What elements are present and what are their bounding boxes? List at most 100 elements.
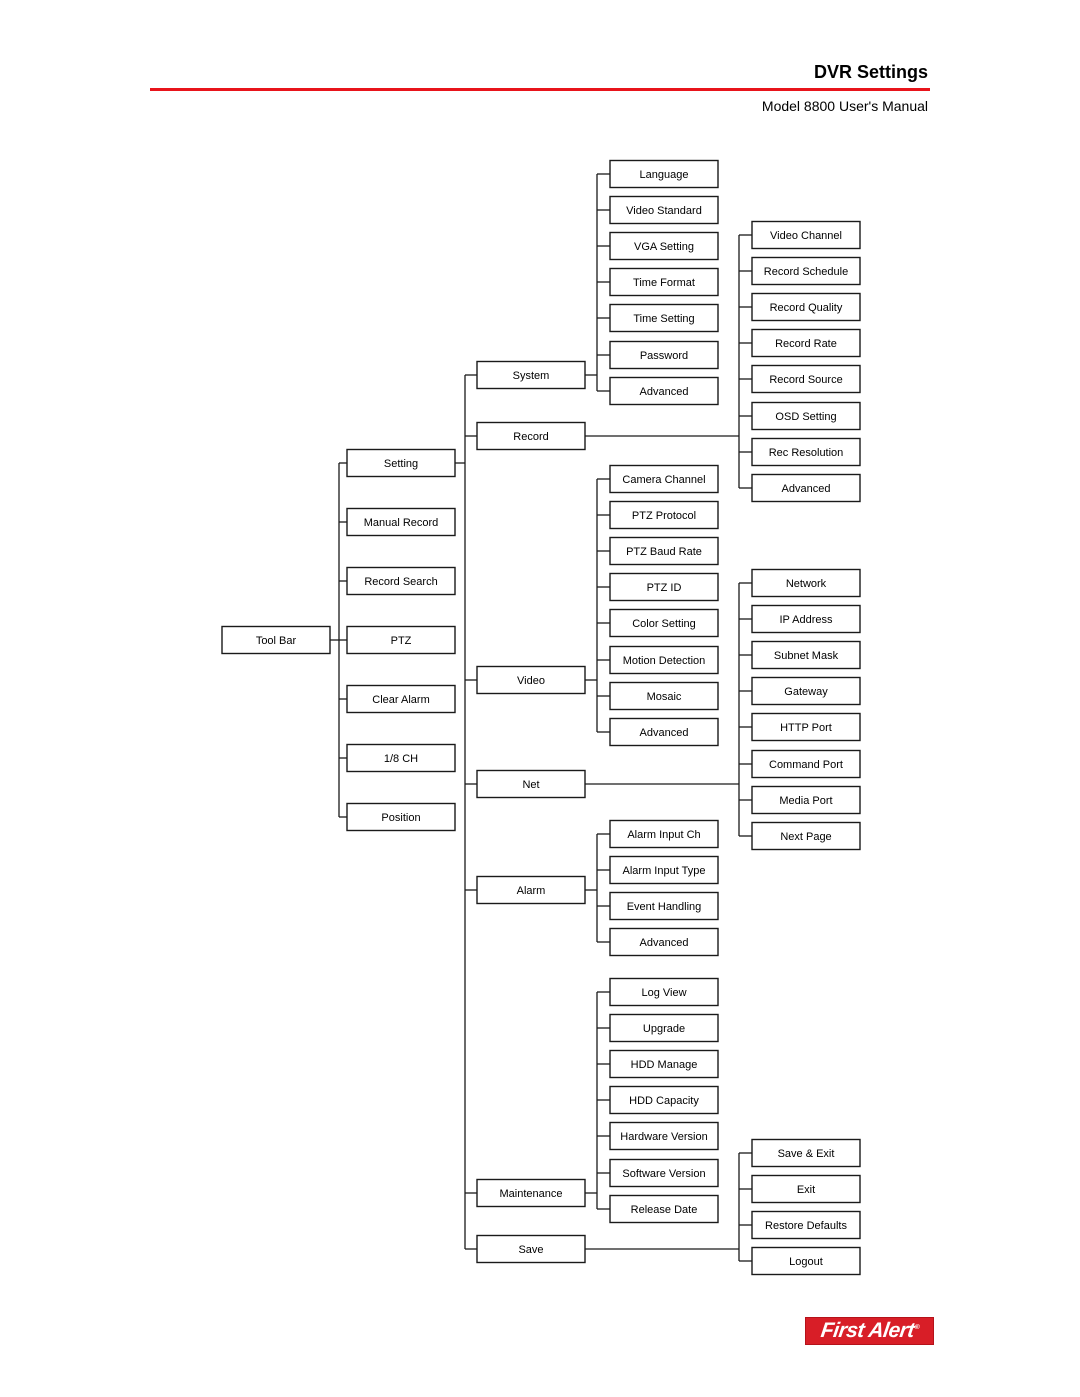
node-label: Event Handling (627, 901, 702, 913)
menu-node-save-and-exit: Save & Exit (751, 1138, 861, 1168)
menu-node-alarm-input-ch: Alarm Input Ch (609, 819, 719, 849)
menu-node-next-page: Next Page (751, 821, 861, 851)
menu-node-hardware-version: Hardware Version (609, 1121, 719, 1151)
node-label: Language (640, 169, 689, 181)
node-label: Media Port (779, 795, 832, 807)
node-label: Setting (384, 458, 418, 470)
menu-node-logout: Logout (751, 1246, 861, 1276)
node-label: Password (640, 350, 688, 362)
node-label: Record Search (364, 576, 437, 588)
menu-node-ip-address: IP Address (751, 604, 861, 634)
node-label: PTZ Baud Rate (626, 546, 702, 558)
menu-node-release-date: Release Date (609, 1194, 719, 1224)
menu-node-vga-setting: VGA Setting (609, 231, 719, 261)
menu-node-tool-bar: Tool Bar (221, 625, 331, 655)
node-label: Manual Record (364, 517, 439, 529)
node-label: Upgrade (643, 1023, 685, 1035)
node-label: Advanced (782, 483, 831, 495)
node-label: Save (518, 1244, 543, 1256)
menu-node-video-channel: Video Channel (751, 220, 861, 250)
node-label: HTTP Port (780, 722, 832, 734)
menu-node-clear-alarm: Clear Alarm (346, 684, 456, 714)
logo-text: First Alert® (819, 1319, 920, 1343)
node-label: Maintenance (500, 1188, 563, 1200)
node-label: Record Rate (775, 338, 837, 350)
node-label: Advanced (640, 727, 689, 739)
menu-node-event-handling: Event Handling (609, 891, 719, 921)
node-label: Time Format (633, 277, 695, 289)
node-label: Record Quality (770, 302, 843, 314)
node-label: Clear Alarm (372, 694, 429, 706)
node-label: PTZ ID (647, 582, 682, 594)
node-label: VGA Setting (634, 241, 694, 253)
menu-node-time-setting: Time Setting (609, 303, 719, 333)
node-label: Mosaic (647, 691, 682, 703)
menu-node-save: Save (476, 1234, 586, 1264)
menu-node-language: Language (609, 159, 719, 189)
node-label: 1/8 CH (384, 753, 418, 765)
menu-node-maintenance: Maintenance (476, 1178, 586, 1208)
logo-wordmark: First Alert (819, 1319, 916, 1342)
node-label: Log View (641, 987, 686, 999)
menu-node-alarm-input-type: Alarm Input Type (609, 855, 719, 885)
menu-node-camera-channel: Camera Channel (609, 464, 719, 494)
menu-node-ptz-id: PTZ ID (609, 572, 719, 602)
node-label: Exit (797, 1184, 815, 1196)
menu-node-gateway: Gateway (751, 676, 861, 706)
menu-node-restore-defaults: Restore Defaults (751, 1210, 861, 1240)
node-label: Release Date (631, 1204, 698, 1216)
node-label: Software Version (622, 1168, 705, 1180)
menu-node-record-quality: Record Quality (751, 292, 861, 322)
node-label: Rec Resolution (769, 447, 844, 459)
menu-node-ptz-baud-rate: PTZ Baud Rate (609, 536, 719, 566)
registered-mark: ® (913, 1324, 920, 1331)
node-label: Tool Bar (256, 635, 297, 647)
node-label: Video (517, 675, 545, 687)
first-alert-logo: First Alert® (805, 1317, 934, 1345)
node-label: Gateway (784, 686, 828, 698)
node-label: Advanced (640, 937, 689, 949)
node-label: Video Standard (626, 205, 702, 217)
node-label: PTZ (391, 635, 412, 647)
node-label: Save & Exit (778, 1148, 835, 1160)
node-label: Alarm Input Ch (627, 829, 700, 841)
node-label: Alarm (517, 885, 546, 897)
menu-node-manual-record: Manual Record (346, 507, 456, 537)
node-label: Logout (789, 1256, 823, 1268)
menu-node-record: Record (476, 421, 586, 451)
node-label: Command Port (769, 759, 843, 771)
node-label: Time Setting (633, 313, 694, 325)
menu-tree-diagram: Tool Bar Setting Manual Record Record Searc… (221, 159, 861, 1276)
menu-node-advanced: Advanced (609, 376, 719, 406)
node-label: Advanced (640, 386, 689, 398)
menu-node-record-search: Record Search (346, 566, 456, 596)
node-label: Network (786, 578, 827, 590)
node-label: Camera Channel (622, 474, 705, 486)
menu-node-network: Network (751, 568, 861, 598)
menu-node-video-standard: Video Standard (609, 195, 719, 225)
menu-node-password: Password (609, 340, 719, 370)
menu-node-command-port: Command Port (751, 749, 861, 779)
menu-node-record-source: Record Source (751, 364, 861, 394)
menu-node-advanced: Advanced (751, 473, 861, 503)
menu-node-http-port: HTTP Port (751, 712, 861, 742)
menu-node-record-rate: Record Rate (751, 328, 861, 358)
menu-node-hdd-manage: HDD Manage (609, 1049, 719, 1079)
node-label: Net (522, 779, 539, 791)
node-label: Color Setting (632, 618, 696, 630)
node-label: Restore Defaults (765, 1220, 847, 1232)
node-label: HDD Capacity (629, 1095, 699, 1107)
menu-node-position: Position (346, 802, 456, 832)
menu-node-osd-setting: OSD Setting (751, 401, 861, 431)
menu-node-1-8-ch: 1/8 CH (346, 743, 456, 773)
node-label: Record Schedule (764, 266, 848, 278)
node-label: Record Source (769, 374, 842, 386)
menu-node-advanced: Advanced (609, 927, 719, 957)
node-label: Subnet Mask (774, 650, 839, 662)
menu-node-net: Net (476, 769, 586, 799)
node-label: Motion Detection (623, 655, 706, 667)
node-label: System (513, 370, 550, 382)
menu-node-software-version: Software Version (609, 1158, 719, 1188)
menu-node-motion-detection: Motion Detection (609, 645, 719, 675)
menu-node-upgrade: Upgrade (609, 1013, 719, 1043)
